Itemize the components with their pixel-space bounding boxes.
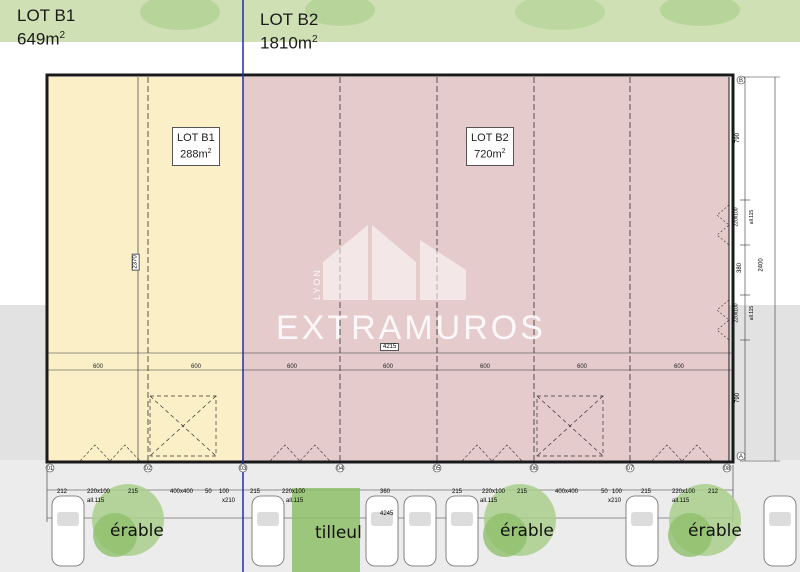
sill-1-dim: all.115 <box>749 209 756 225</box>
bay-dimension-label: 600 <box>674 364 685 370</box>
bottom-sub-dimension-label: all.115 <box>87 498 105 504</box>
header-lot-b1-area: 649m <box>17 29 60 49</box>
opening-2-dim: 220x100 <box>733 303 740 323</box>
room-lot-b2-area: 720m <box>474 148 502 161</box>
grid-axis-label: 08 <box>724 466 731 472</box>
mid-gap-dim: 380 <box>737 262 744 274</box>
bottom-dimension-label: 50 <box>205 489 212 495</box>
header-lot-b2-name: LOT B2 <box>260 10 319 29</box>
bay-dimension-label: 600 <box>480 364 491 370</box>
bottom-sub-dimension-label: all.115 <box>286 498 304 504</box>
room-lot-b1-unit: 2 <box>207 148 212 155</box>
depth-top-dim: 790 <box>735 132 742 144</box>
bottom-dimension-label: 400x400 <box>170 489 194 495</box>
bay-dimension-label: 600 <box>93 364 104 370</box>
header-lot-b1-unit: 2 <box>59 30 66 41</box>
grid-axis-label: 03 <box>240 466 247 472</box>
watermark-city: LYON <box>312 268 322 300</box>
total-depth-dim: 2400 <box>758 258 765 272</box>
sill-2-dim: all.115 <box>749 305 756 321</box>
bay-dimension-label: 600 <box>577 364 588 370</box>
bottom-dimension-label: 212 <box>57 489 68 495</box>
tree-label-4: érable <box>688 521 742 541</box>
bottom-sub-dimension-label: x210 <box>608 498 622 504</box>
room-lot-b1-area: 288m <box>180 148 208 161</box>
room-lot-b1-name: LOT B1 <box>177 132 215 144</box>
bay-dimension-label: 600 <box>287 364 298 370</box>
grid-axis-label: 02 <box>145 466 152 472</box>
bottom-dimension-label: 212 <box>708 489 719 495</box>
room-label-lot-b2: LOT B2 720m2 <box>466 127 514 166</box>
grid-axis-label: 05 <box>434 466 441 472</box>
room-lot-b2-unit: 2 <box>501 148 506 155</box>
site-plan: 600 600 600 600 600 600 600 01 02 03 04 05 06 07 08 B A <box>0 0 800 572</box>
bottom-dimension-label: 220x100 <box>672 489 696 495</box>
total-length-dim: 4215 <box>380 343 400 351</box>
header-lot-b2-area: 1810m <box>260 33 312 53</box>
bottom-dimension-label: 215 <box>452 489 463 495</box>
depth-bottom-dim: 790 <box>735 392 742 404</box>
bottom-dimension-label: 215 <box>128 489 139 495</box>
grid-row-label: B <box>739 78 743 84</box>
header-lot-b1-name: LOT B1 <box>17 6 76 25</box>
bottom-dimension-label: 100 <box>219 489 230 495</box>
bottom-sub-dimension-label: all.115 <box>672 498 690 504</box>
tree-label-3: érable <box>500 521 554 541</box>
grid-axis-label: 01 <box>47 466 54 472</box>
watermark-brand: EXTRAMUROS <box>276 309 546 347</box>
room-label-lot-b1: LOT B1 288m2 <box>172 127 220 166</box>
header-lot-b2: LOT B2 1810m2 <box>260 10 318 54</box>
bottom-dimension-label: 220x100 <box>482 489 506 495</box>
header-lot-b2-unit: 2 <box>311 34 318 45</box>
partition-dim: 2370 <box>131 253 140 271</box>
grid-row-label: A <box>739 454 743 460</box>
bottom-dimension-label: 220x100 <box>87 489 111 495</box>
bottom-dimension-label: 50 <box>601 489 608 495</box>
bottom-sub-dimension-label: x210 <box>222 498 236 504</box>
bottom-dimension-label: 360 <box>380 489 391 495</box>
bottom-dimension-label: 215 <box>641 489 652 495</box>
bottom-dimension-label: 215 <box>250 489 261 495</box>
bay-dimension-label: 600 <box>383 364 394 370</box>
grid-axis-label: 04 <box>337 466 344 472</box>
bottom-sub-dimension-label: 4245 <box>380 511 394 517</box>
tree-label-2: tilleul <box>315 523 362 543</box>
grid-axis-label: 06 <box>531 466 538 472</box>
bottom-sub-dimension-label: all.115 <box>480 498 498 504</box>
bottom-dimension-label: 215 <box>517 489 528 495</box>
header-lot-b1: LOT B1 649m2 <box>17 6 75 50</box>
bay-dimension-label: 600 <box>191 364 202 370</box>
bottom-dimension-label: 220x100 <box>282 489 306 495</box>
room-lot-b2-name: LOT B2 <box>471 132 509 144</box>
opening-1-dim: 220x100 <box>733 207 740 227</box>
grid-axis-label: 07 <box>627 466 634 472</box>
bottom-dimension-label: 100 <box>612 489 623 495</box>
tree-label-1: érable <box>110 521 164 541</box>
bottom-dimension-label: 400x400 <box>555 489 579 495</box>
